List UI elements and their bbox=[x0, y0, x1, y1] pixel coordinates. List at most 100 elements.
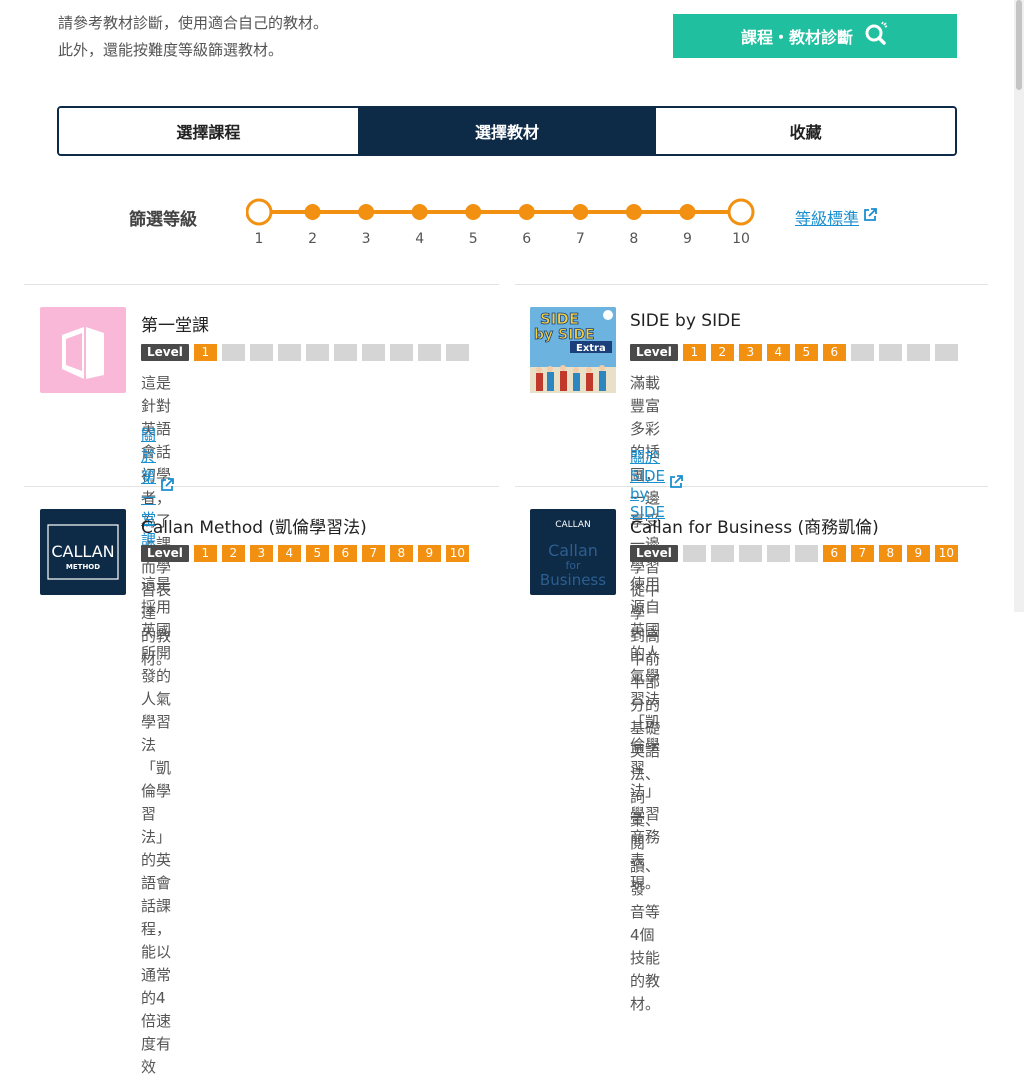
level-box-inactive bbox=[710, 545, 734, 562]
about-link[interactable]: 關於SIDE by SIDE bbox=[630, 446, 684, 521]
tab-select-course[interactable]: 選擇課程 bbox=[59, 108, 358, 154]
cover-subtitle: Extra bbox=[576, 343, 606, 354]
level-box-inactive bbox=[277, 344, 301, 361]
search-icon bbox=[863, 21, 889, 52]
level-box-active: 7 bbox=[850, 545, 874, 562]
slider-step-dot bbox=[625, 204, 642, 220]
divider bbox=[515, 486, 988, 487]
external-link-icon bbox=[156, 477, 175, 497]
level-box-active: 6 bbox=[822, 344, 846, 361]
level-box-inactive bbox=[766, 545, 790, 562]
level-indicator: Level 1 2 3 4 5 6 bbox=[630, 344, 963, 361]
intro-text: 請參考教材診斷，使用適合自己的教材。 此外，還能按難度等級篩選教材。 bbox=[58, 10, 328, 64]
slider-step-dot bbox=[679, 204, 696, 220]
level-tag: Level bbox=[141, 344, 189, 361]
level-indicator: Level 1 2 3 4 5 6 7 8 9 10 bbox=[141, 545, 474, 562]
level-box-inactive bbox=[934, 344, 958, 361]
tab-select-material[interactable]: 選擇教材 bbox=[357, 108, 657, 154]
level-box-active: 4 bbox=[277, 545, 301, 562]
slider-handle-min bbox=[246, 198, 273, 226]
intro-line-2: 此外，還能按難度等級篩選教材。 bbox=[58, 41, 284, 59]
filter-level-label: 篩選等級 bbox=[129, 210, 197, 230]
card-description-line: 商務表現。 bbox=[630, 828, 661, 892]
level-box-inactive bbox=[794, 545, 818, 562]
external-link-icon bbox=[859, 207, 878, 227]
scrollbar-thumb[interactable] bbox=[1016, 0, 1022, 90]
about-link-label: 關於SIDE by SIDE bbox=[630, 448, 665, 521]
level-box-inactive bbox=[738, 545, 762, 562]
level-range-slider[interactable]: 1 2 3 4 5 6 7 8 9 10 bbox=[246, 196, 756, 256]
level-box-inactive bbox=[333, 344, 357, 361]
level-box-inactive bbox=[850, 344, 874, 361]
slider-step-dot bbox=[572, 204, 589, 220]
level-box-active: 8 bbox=[389, 545, 413, 562]
slider-tick-label: 10 bbox=[732, 231, 750, 247]
page-scrollbar[interactable] bbox=[1014, 0, 1024, 612]
slider-tick-label: 6 bbox=[522, 231, 532, 247]
slider-step-dot bbox=[518, 204, 535, 220]
level-box-active: 9 bbox=[417, 545, 441, 562]
level-box-active: 3 bbox=[249, 545, 273, 562]
level-box-inactive bbox=[445, 344, 469, 361]
level-box-inactive bbox=[878, 344, 902, 361]
slider-tick-labels: 1 2 3 4 5 6 7 8 9 10 bbox=[246, 231, 756, 251]
cover-title: Business bbox=[540, 571, 606, 589]
level-box-inactive bbox=[249, 344, 273, 361]
divider bbox=[24, 486, 499, 487]
slider-step-dot bbox=[411, 204, 428, 220]
level-box-active: 10 bbox=[934, 545, 958, 562]
cover-logo: CALLAN bbox=[555, 520, 591, 530]
tab-bar: 選擇課程 選擇教材 收藏 bbox=[57, 106, 957, 156]
level-box-active: 4 bbox=[766, 344, 790, 361]
level-box-inactive bbox=[682, 545, 706, 562]
card-description: 使用源自英國的人氣學習法「凱倫學習法」學習 商務表現。 bbox=[630, 573, 660, 895]
slider-tick-label: 7 bbox=[575, 231, 585, 247]
level-box-active: 5 bbox=[305, 545, 329, 562]
level-box-inactive bbox=[361, 344, 385, 361]
level-box-inactive bbox=[389, 344, 413, 361]
diagnosis-button-label: 課程・教材診斷 bbox=[740, 30, 853, 47]
cover-title: CALLAN bbox=[51, 542, 114, 561]
card-title[interactable]: 第一堂課 bbox=[141, 311, 209, 336]
slider-step-dot bbox=[358, 204, 375, 220]
slider-step-dot bbox=[304, 204, 321, 220]
slider-tick-label: 2 bbox=[308, 231, 317, 247]
intro-line-1: 請參考教材診斷，使用適合自己的教材。 bbox=[58, 14, 329, 32]
slider-step-dot bbox=[465, 204, 482, 220]
external-link-icon bbox=[665, 474, 684, 494]
level-box-inactive bbox=[305, 344, 329, 361]
grade-standard-link-label: 等級標準 bbox=[795, 209, 860, 228]
level-box-active: 3 bbox=[738, 344, 762, 361]
tab-favorites[interactable]: 收藏 bbox=[656, 108, 955, 154]
book-cover-callan-business[interactable]: CALLAN Callan for Business bbox=[530, 509, 616, 595]
level-indicator: Level 6 7 8 9 10 bbox=[630, 545, 963, 562]
level-box-active: 10 bbox=[445, 545, 469, 562]
level-box-active: 6 bbox=[333, 545, 357, 562]
cover-subtitle: METHOD bbox=[66, 563, 100, 571]
level-tag: Level bbox=[630, 344, 678, 361]
cover-title: Callan bbox=[548, 541, 598, 560]
book-cover-first-lesson[interactable] bbox=[40, 307, 126, 393]
diagnosis-button[interactable]: 課程・教材診斷 bbox=[673, 14, 957, 58]
level-box-active: 8 bbox=[878, 545, 902, 562]
book-cover-side-by-side[interactable]: SIDE by SIDE Extra bbox=[530, 307, 616, 393]
slider-handle-max bbox=[727, 198, 755, 226]
slider-tick-label: 3 bbox=[361, 231, 371, 247]
card-title[interactable]: SIDE by SIDE bbox=[630, 311, 741, 331]
card-description-line: 這是採用英國所開發的人氣學習法「凱倫學習 bbox=[141, 575, 172, 823]
level-box-active: 1 bbox=[193, 545, 217, 562]
divider bbox=[515, 284, 988, 285]
level-box-active: 1 bbox=[193, 344, 217, 361]
card-description-line: 音等4個技能的教材。 bbox=[630, 903, 661, 1013]
card-description-line: 使用源自英國的人氣學習法「凱倫學習法」學習 bbox=[630, 575, 661, 823]
divider bbox=[24, 284, 499, 285]
book-cover-callan-method[interactable]: CALLAN METHOD bbox=[40, 509, 126, 595]
card-title[interactable]: Callan for Business (商務凱倫) bbox=[630, 513, 879, 538]
level-box-active: 2 bbox=[710, 344, 734, 361]
level-box-active: 2 bbox=[221, 545, 245, 562]
card-title[interactable]: Callan Method (凱倫學習法) bbox=[141, 513, 367, 538]
level-box-active: 9 bbox=[906, 545, 930, 562]
grade-standard-link[interactable]: 等級標準 bbox=[795, 205, 878, 229]
level-box-active: 6 bbox=[822, 545, 846, 562]
level-tag: Level bbox=[630, 545, 678, 562]
